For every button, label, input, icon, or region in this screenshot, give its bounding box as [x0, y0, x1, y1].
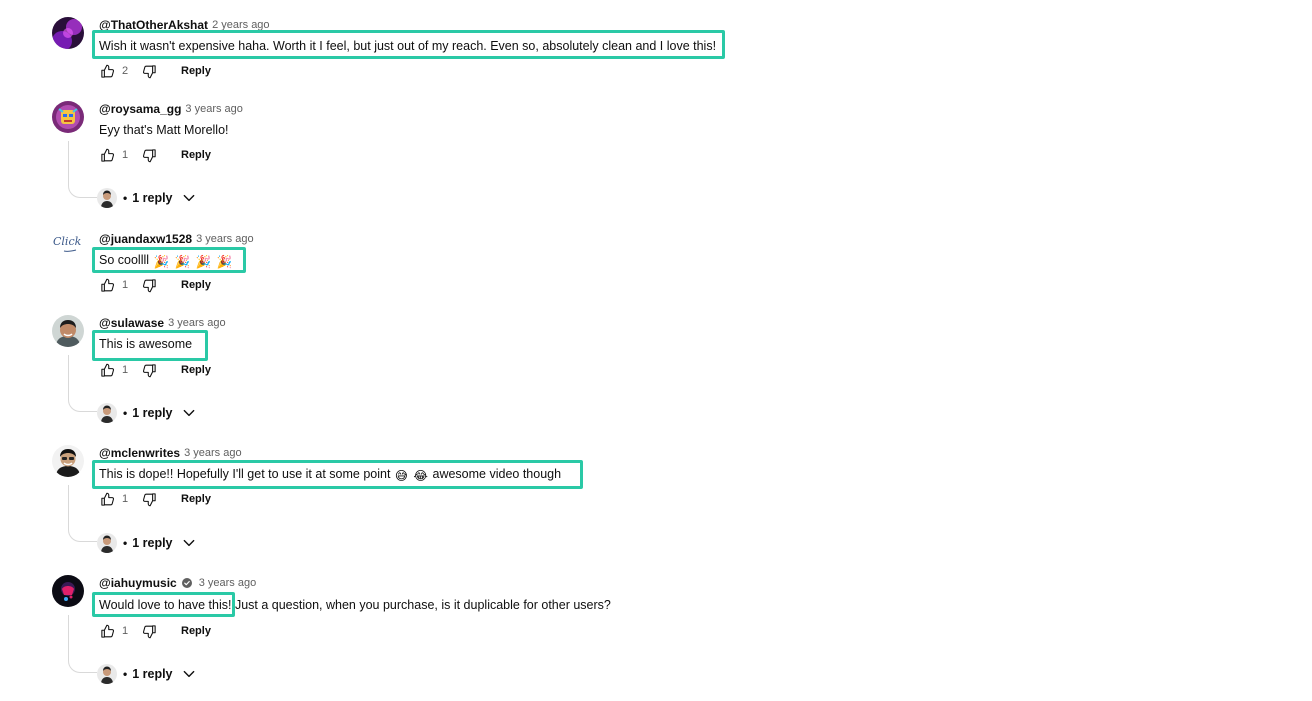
- thread-connector: [68, 355, 97, 412]
- dislike-icon[interactable]: [141, 491, 157, 507]
- avatar-handwriting: Click Here!: [53, 235, 84, 248]
- avatar[interactable]: [52, 101, 84, 133]
- comment-actions: 1 Reply: [99, 362, 211, 378]
- chevron-down-icon: [182, 406, 196, 420]
- party-popper-emoji: 🎉: [195, 255, 212, 269]
- dislike-icon[interactable]: [141, 623, 157, 639]
- like-icon[interactable]: [99, 63, 115, 79]
- sweat-smile-emoji: 😅: [394, 469, 408, 483]
- reply-button[interactable]: Reply: [181, 279, 211, 291]
- comment-text: Eyy that's Matt Morello!: [99, 123, 229, 137]
- party-popper-emoji: 🎉: [216, 255, 233, 269]
- like-icon[interactable]: [99, 623, 115, 639]
- like-count: 1: [122, 279, 129, 291]
- like-icon[interactable]: [99, 277, 115, 293]
- avatar[interactable]: Click Here!: [52, 231, 84, 263]
- like-count: 1: [122, 364, 129, 376]
- comment-author[interactable]: @iahuymusic: [99, 575, 177, 591]
- comment-timestamp[interactable]: 3 years ago: [168, 315, 225, 331]
- party-popper-emoji: 🎉: [174, 255, 191, 269]
- comment-actions: 1 Reply: [99, 147, 211, 163]
- dislike-icon[interactable]: [141, 63, 157, 79]
- view-replies-button[interactable]: • 1 reply: [97, 402, 196, 424]
- comment-actions: 1 Reply: [99, 623, 211, 639]
- comment-timestamp[interactable]: 3 years ago: [185, 101, 242, 117]
- comment-text-highlighted: Would love to have this!: [99, 598, 232, 612]
- reply-button[interactable]: Reply: [181, 65, 211, 77]
- reply-count: 1 reply: [132, 667, 173, 681]
- separator-dot: •: [123, 667, 128, 681]
- comment-text-start: This is dope!! Hopefully I'll get to use…: [99, 467, 394, 481]
- comment-actions: 1 Reply: [99, 491, 211, 507]
- view-replies-button[interactable]: • 1 reply: [97, 187, 196, 209]
- reply-button[interactable]: Reply: [181, 493, 211, 505]
- like-count: 1: [122, 149, 129, 161]
- comment-actions: 2 Reply: [99, 63, 211, 79]
- dislike-icon[interactable]: [141, 362, 157, 378]
- reply-button[interactable]: Reply: [181, 625, 211, 637]
- like-icon[interactable]: [99, 491, 115, 507]
- comment-text: This is awesome: [99, 337, 193, 351]
- comment-author[interactable]: @sulawase: [99, 315, 164, 331]
- comment-header: @juandaxw1528 3 years ago: [99, 231, 254, 247]
- avatar[interactable]: [52, 445, 84, 477]
- thread-connector: [68, 485, 97, 542]
- avatar[interactable]: [52, 17, 84, 49]
- separator-dot: •: [123, 536, 128, 550]
- reply-count: 1 reply: [132, 191, 173, 205]
- thread-connector: [68, 141, 97, 198]
- like-icon[interactable]: [99, 147, 115, 163]
- comment-header: @mclenwrites 3 years ago: [99, 445, 242, 461]
- dislike-icon[interactable]: [141, 277, 157, 293]
- like-count: 1: [122, 493, 129, 505]
- chevron-down-icon: [182, 536, 196, 550]
- comment-actions: 1 Reply: [99, 277, 211, 293]
- comment-author[interactable]: @ThatOtherAkshat: [99, 17, 208, 33]
- comment-timestamp[interactable]: 3 years ago: [184, 445, 241, 461]
- comment-timestamp[interactable]: 2 years ago: [212, 17, 269, 33]
- comment-timestamp[interactable]: 3 years ago: [199, 575, 256, 591]
- comment-text-rest: Just a question, when you purchase, is i…: [231, 598, 611, 612]
- creator-avatar: [97, 188, 117, 208]
- comment-header: @roysama_gg 3 years ago: [99, 101, 243, 117]
- reply-count: 1 reply: [132, 536, 173, 550]
- avatar[interactable]: [52, 315, 84, 347]
- avatar[interactable]: [52, 575, 84, 607]
- separator-dot: •: [123, 406, 128, 420]
- comment-timestamp[interactable]: 3 years ago: [196, 231, 253, 247]
- reply-button[interactable]: Reply: [181, 364, 211, 376]
- comment-author[interactable]: @mclenwrites: [99, 445, 180, 461]
- view-replies-button[interactable]: • 1 reply: [97, 532, 196, 554]
- view-replies-button[interactable]: • 1 reply: [97, 663, 196, 685]
- comment-text-end: awesome video though: [429, 467, 562, 481]
- like-icon[interactable]: [99, 362, 115, 378]
- separator-dot: •: [123, 191, 128, 205]
- comment-text-content: So coollll: [99, 253, 150, 267]
- like-count: 1: [122, 625, 129, 637]
- verified-check-icon: [181, 578, 192, 588]
- comment-header: @ThatOtherAkshat 2 years ago: [99, 17, 270, 33]
- like-count: 2: [122, 65, 129, 77]
- comment-text: So coollll 🎉 🎉 🎉 🎉: [99, 252, 233, 270]
- reply-count: 1 reply: [132, 406, 173, 420]
- comment-text: Wish it wasn't expensive haha. Worth it …: [99, 39, 717, 53]
- party-popper-emoji: 🎉: [153, 255, 170, 269]
- dislike-icon[interactable]: [141, 147, 157, 163]
- chevron-down-icon: [182, 191, 196, 205]
- creator-avatar: [97, 533, 117, 553]
- chevron-down-icon: [182, 667, 196, 681]
- tears-of-joy-emoji: 😂: [413, 469, 429, 483]
- comment-author[interactable]: @roysama_gg: [99, 101, 181, 117]
- comment-text: Would love to have this! Just a question…: [99, 597, 611, 613]
- creator-avatar: [97, 664, 117, 684]
- comment-author[interactable]: @juandaxw1528: [99, 231, 192, 247]
- thread-connector: [68, 615, 97, 673]
- comment-header: @iahuymusic 3 years ago: [99, 575, 256, 591]
- creator-avatar: [97, 403, 117, 423]
- comment-header: @sulawase 3 years ago: [99, 315, 226, 331]
- comment-text: This is dope!! Hopefully I'll get to use…: [99, 466, 561, 484]
- reply-button[interactable]: Reply: [181, 149, 211, 161]
